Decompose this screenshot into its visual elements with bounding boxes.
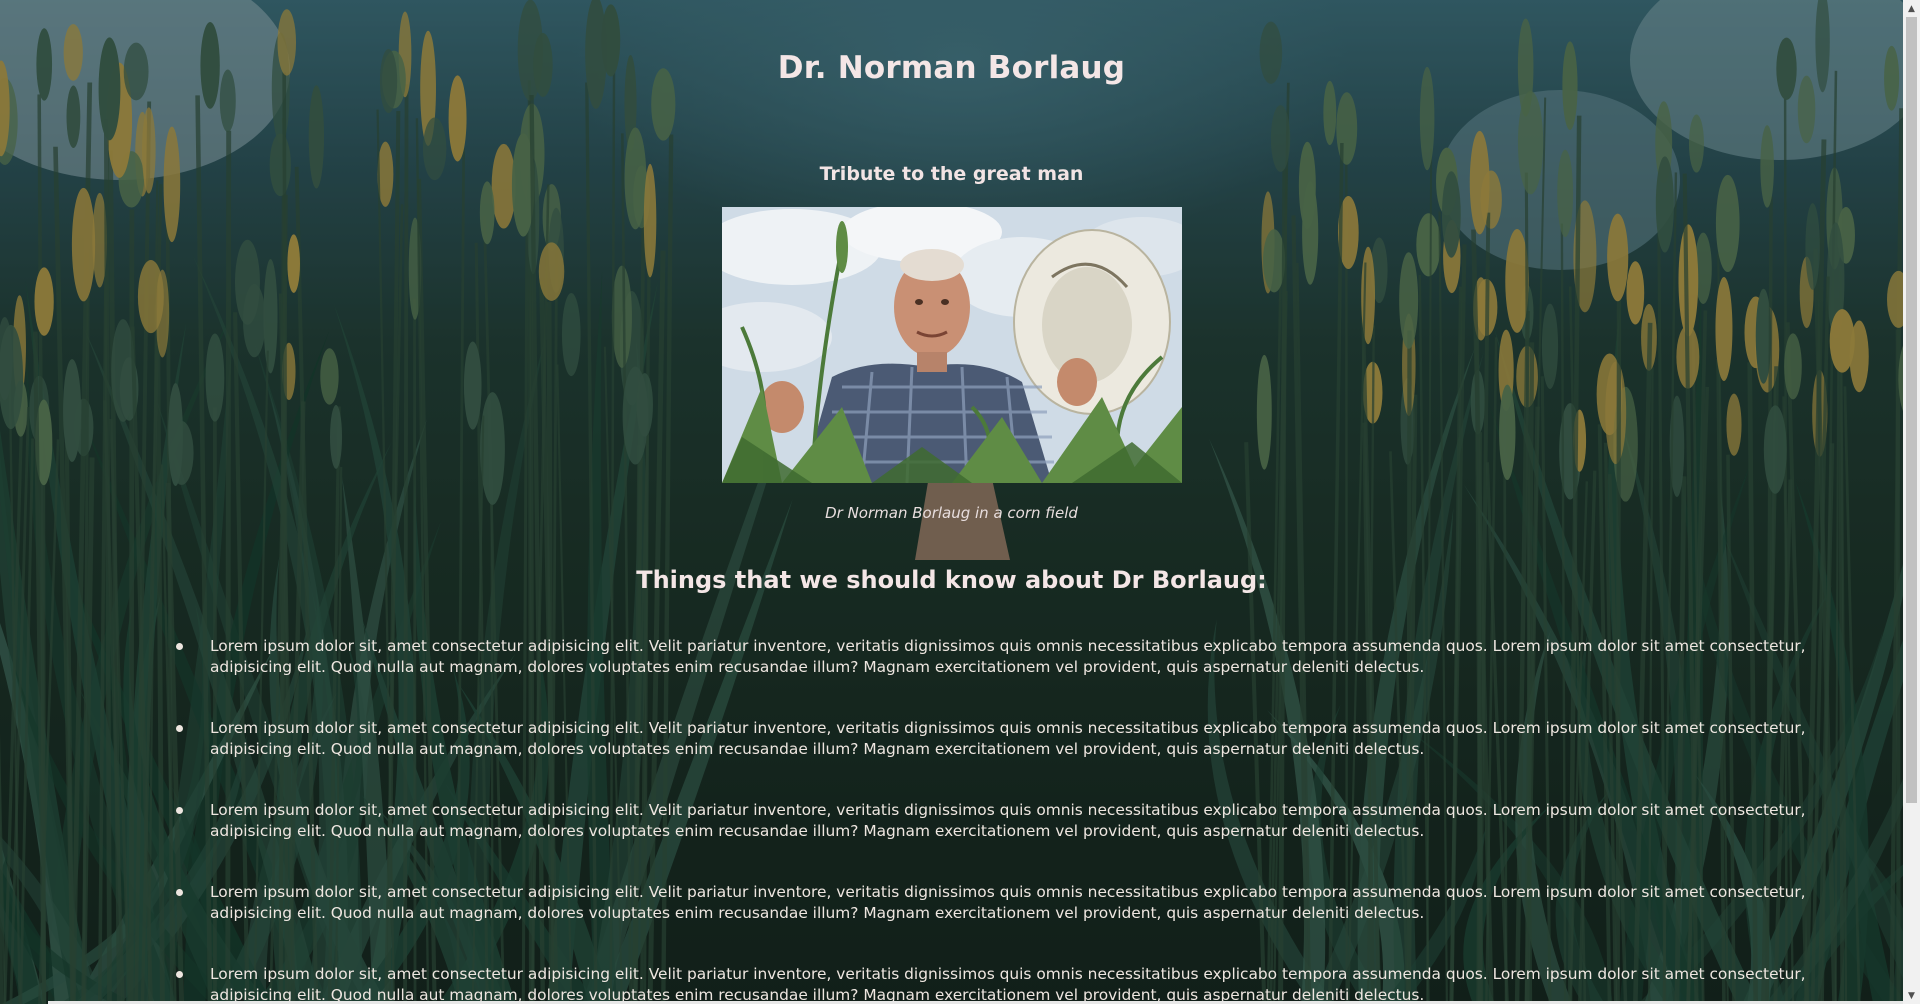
borlaug-photo-image [722, 207, 1182, 483]
list-item: Lorem ipsum dolor sit, amet consectetur … [172, 718, 1872, 800]
list-item: Lorem ipsum dolor sit, amet consectetur … [172, 882, 1872, 964]
list-item: Lorem ipsum dolor sit, amet consectetur … [172, 636, 1872, 718]
section-heading: Things that we should know about Dr Borl… [636, 566, 1267, 594]
scroll-down-arrow-icon[interactable]: ▼ [1903, 987, 1920, 1004]
vertical-scrollbar[interactable]: ▲ ▼ [1903, 0, 1920, 1004]
photo-caption: Dr Norman Borlaug in a corn field [825, 504, 1078, 522]
facts-list: Lorem ipsum dolor sit, amet consectetur … [172, 636, 1872, 1004]
list-item: Lorem ipsum dolor sit, amet consectetur … [172, 964, 1872, 1004]
page-subtitle: Tribute to the great man [819, 163, 1084, 185]
page-title: Dr. Norman Borlaug [777, 50, 1126, 86]
scroll-up-arrow-icon[interactable]: ▲ [1903, 0, 1920, 17]
scrollbar-thumb[interactable] [1906, 17, 1917, 803]
list-item: Lorem ipsum dolor sit, amet consectetur … [172, 800, 1872, 882]
borlaug-photo [722, 207, 1182, 483]
